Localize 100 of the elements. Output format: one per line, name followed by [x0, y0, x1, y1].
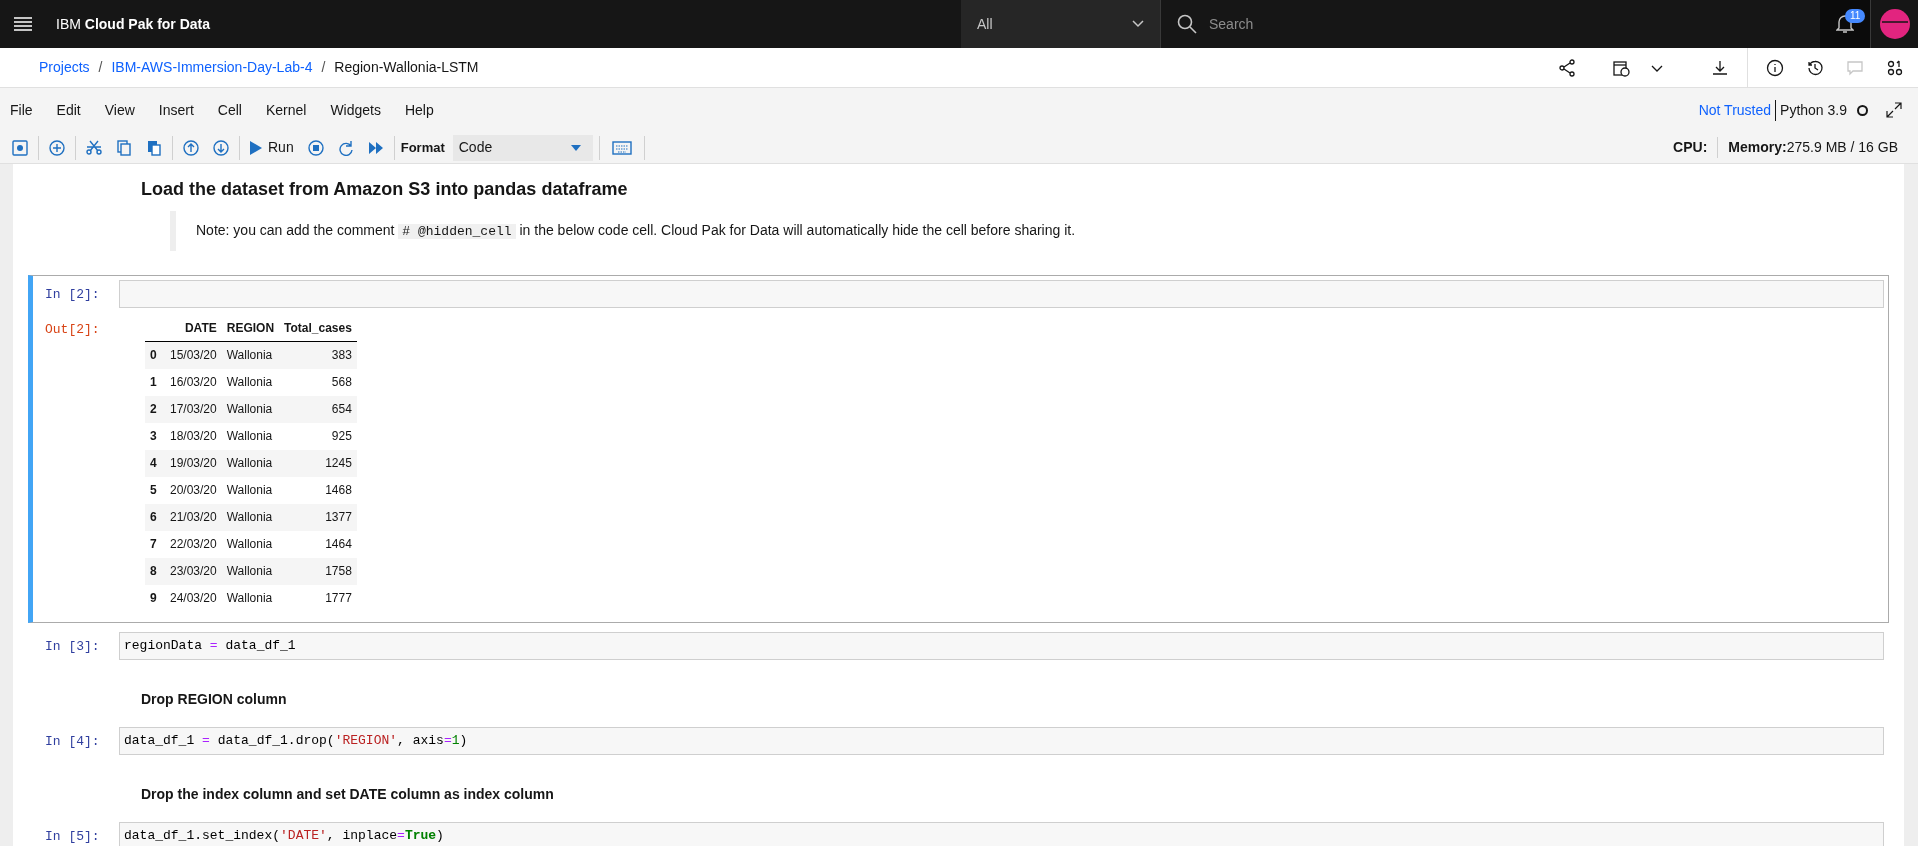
row-index: 2 [145, 395, 165, 423]
output-prompt: Out[2]: [45, 321, 100, 337]
scope-dropdown[interactable]: All [961, 0, 1160, 48]
code-cell[interactable]: In [5]: data_df_1.set_index('DATE', inplace=True) [28, 816, 1889, 846]
code-cell[interactable]: In [3]: regionData = data_df_1 [28, 626, 1889, 665]
avatar-icon[interactable] [1878, 8, 1911, 40]
arrow-down-icon[interactable] [213, 139, 229, 156]
run-button[interactable]: Run [250, 137, 294, 158]
menu-item[interactable]: Cell [217, 99, 242, 121]
cut-icon[interactable] [86, 139, 102, 156]
table-cell: Wallonia [221, 422, 280, 450]
breadcrumb-separator: / [98, 58, 103, 77]
column-header: REGION [221, 315, 280, 342]
add-icon[interactable] [49, 139, 65, 156]
code-editor[interactable]: regionData = data_df_1 [119, 631, 1884, 660]
row-index: 1 [145, 368, 165, 396]
table-cell: Wallonia [221, 503, 280, 531]
table-cell: 568 [279, 368, 357, 396]
table-cell: 21/03/20 [165, 503, 222, 531]
table-cell: 1758 [279, 557, 357, 585]
markdown-heading: Drop REGION column [141, 689, 288, 709]
breadcrumb-separator: / [321, 58, 326, 77]
table-cell: 654 [279, 395, 357, 423]
search-icon [1177, 14, 1197, 34]
keyboard-icon[interactable] [611, 140, 632, 155]
menu-item[interactable]: Kernel [265, 99, 307, 121]
menu-icon[interactable] [14, 17, 32, 31]
row-index: 5 [145, 476, 165, 504]
table-cell: 17/03/20 [165, 395, 222, 423]
row-index: 4 [145, 449, 165, 477]
search-field[interactable]: Search [1209, 13, 1729, 35]
share-icon[interactable] [1558, 58, 1576, 77]
save-icon[interactable] [12, 139, 28, 156]
table-cell: 16/03/20 [165, 368, 222, 396]
menu-item[interactable]: Insert [158, 99, 194, 121]
table-cell: Wallonia [221, 341, 280, 369]
breadcrumb-current: Region-Wallonia-LSTM [334, 58, 479, 77]
column-header: DATE [165, 315, 222, 342]
table-cell: Wallonia [221, 395, 280, 423]
info-icon[interactable] [1766, 58, 1784, 77]
row-index: 7 [145, 530, 165, 558]
expand-icon[interactable] [1886, 102, 1902, 118]
play-icon [250, 140, 262, 155]
restart-icon[interactable] [337, 139, 354, 156]
input-prompt: In [4]: [45, 732, 100, 751]
table-cell: Wallonia [221, 584, 280, 612]
row-index: 9 [145, 584, 165, 612]
caret-down-icon [570, 144, 581, 151]
table-cell: 1377 [279, 503, 357, 531]
memory-value: 275.9 MB / 16 GB [1786, 138, 1898, 157]
menu-item[interactable]: Help [404, 99, 434, 121]
kernel-name[interactable]: Python 3.9 [1780, 99, 1847, 121]
format-label: Format [400, 138, 445, 157]
table-cell: Wallonia [221, 530, 280, 558]
breadcrumb-link[interactable]: Projects [39, 57, 90, 78]
column-header: Total_cases [279, 315, 357, 342]
arrow-up-icon[interactable] [183, 139, 199, 156]
row-index: 6 [145, 503, 165, 531]
menu-item[interactable]: Edit [56, 99, 81, 121]
table-cell: Wallonia [221, 449, 280, 477]
download-icon[interactable] [1711, 58, 1729, 77]
breadcrumb-link[interactable]: IBM-AWS-Immersion-Day-Lab-4 [111, 57, 313, 78]
table-cell: 925 [279, 422, 357, 450]
row-index: 8 [145, 557, 165, 585]
table-cell: 20/03/20 [165, 476, 222, 504]
table-cell: 22/03/20 [165, 530, 222, 558]
chevron-down-icon [1132, 20, 1144, 28]
code-cell[interactable] [28, 274, 1889, 623]
fast-forward-icon[interactable] [367, 139, 384, 156]
input-prompt: In [3]: [45, 637, 100, 656]
memory-label: Memory: [1728, 138, 1787, 157]
markdown-heading: Load the dataset from Amazon S3 into pandas dataframe [141, 178, 629, 201]
table-cell: 19/03/20 [165, 449, 222, 477]
cell-type-dropdown[interactable]: Code [452, 134, 593, 161]
trust-indicator[interactable]: Not Trusted [1698, 99, 1777, 121]
table-cell: Wallonia [221, 557, 280, 585]
menu-item[interactable]: Widgets [330, 99, 381, 121]
table-cell: 383 [279, 341, 357, 369]
row-index: 3 [145, 422, 165, 450]
input-prompt: In [2]: [45, 285, 100, 304]
code-editor[interactable]: data_df_1 = data_df_1.drop('REGION', axis=1) [119, 726, 1884, 755]
table-cell: 1468 [279, 476, 357, 504]
stop-icon[interactable] [307, 139, 324, 156]
copy-icon[interactable] [116, 139, 132, 156]
code-cell[interactable]: In [4]: data_df_1 = data_df_1.drop('REGION', axis=1) [28, 721, 1889, 760]
app-title[interactable]: IBM Cloud Pak for Data [56, 13, 211, 35]
history-icon[interactable] [1806, 58, 1824, 77]
menu-item[interactable]: View [104, 99, 135, 121]
menu-item[interactable]: File [10, 99, 33, 121]
table-cell: Wallonia [221, 476, 280, 504]
paste-icon[interactable] [146, 139, 162, 156]
code-editor[interactable]: data_df_1.set_index('DATE', inplace=True) [119, 821, 1884, 846]
table-cell: 1464 [279, 530, 357, 558]
nodes-icon[interactable] [1886, 58, 1904, 77]
schedule-icon[interactable] [1612, 58, 1630, 77]
table-cell: 1245 [279, 449, 357, 477]
table-cell: 23/03/20 [165, 557, 222, 585]
markdown-heading: Drop the index column and set DATE column as index column [141, 784, 555, 804]
row-index: 0 [145, 341, 165, 369]
table-cell: 18/03/20 [165, 422, 222, 450]
